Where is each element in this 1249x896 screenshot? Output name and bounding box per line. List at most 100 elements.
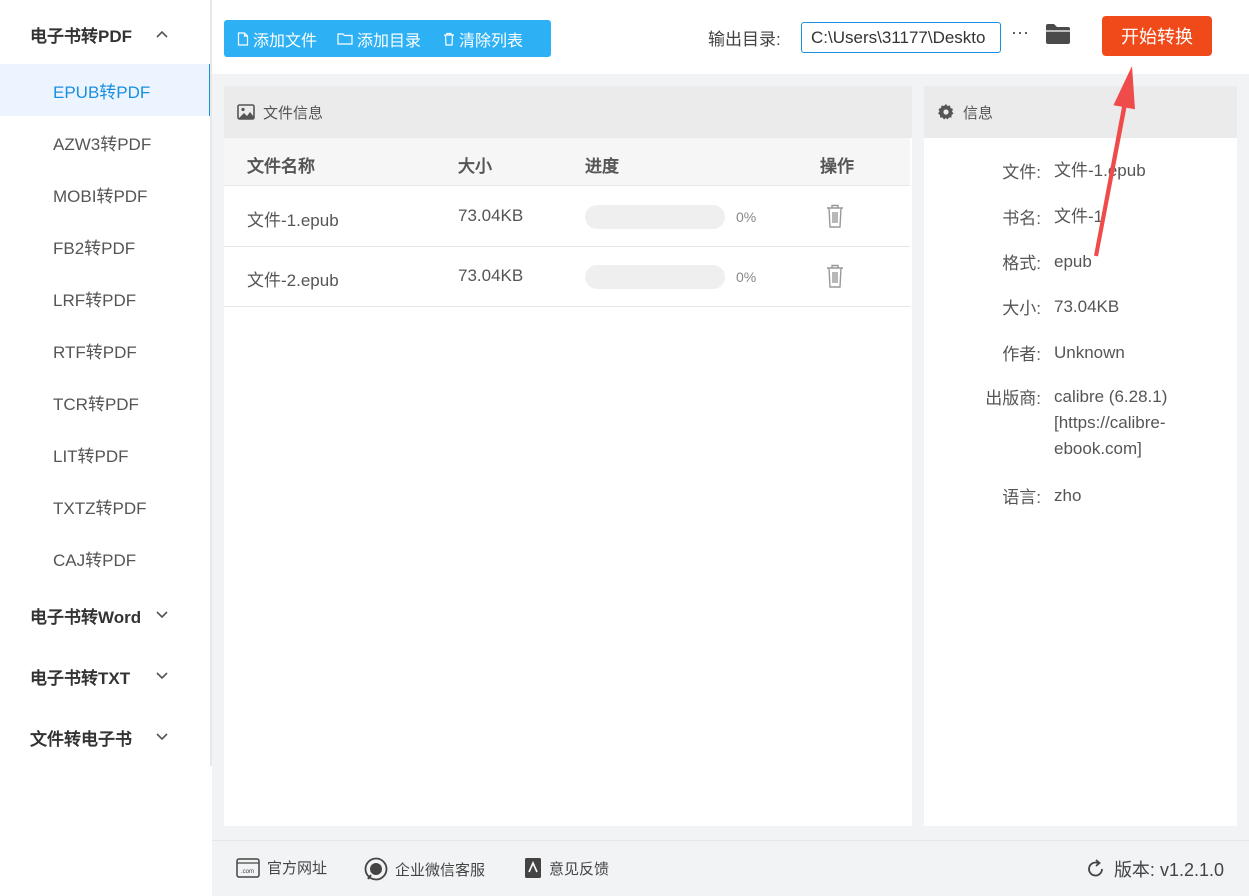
file-icon [237,31,249,46]
file-size-cell: 73.04KB [458,206,524,225]
sidebar-item-epub-pdf[interactable]: EPUB转PDF [0,64,212,116]
sidebar-item-caj-pdf[interactable]: CAJ转PDF [0,532,210,584]
info-field-value: calibre (6.28.1) [https://calibre-ebook.… [1054,387,1168,458]
wechat-support-label: 企业微信客服 [395,861,486,879]
sidebar-group-label: 电子书转Word [30,607,142,627]
clear-list-label: 清除列表 [459,32,524,50]
chevron-up-icon [156,27,168,41]
file-name-cell: 文件-1.epub [247,211,339,230]
footer: .com 官方网址 企业微信客服 意见反馈 版本: v1.2.1.0 [212,840,1249,896]
sidebar-item-label: TCR转PDF [53,394,139,414]
progress-bar [585,205,725,229]
feedback-label: 意见反馈 [549,860,610,878]
sidebar-item-label: RTF转PDF [53,342,137,362]
column-size-header: 大小 [458,157,492,176]
feedback-link[interactable]: 意见反馈 [524,857,609,879]
info-field-value: 73.04KB [1054,297,1120,316]
sidebar-group-label: 电子书转TXT [30,668,131,688]
sidebar-item-azw3-pdf[interactable]: AZW3转PDF [0,116,210,168]
info-field-key: 语言: [1002,488,1041,507]
folder-outline-icon [337,33,353,45]
output-dir-label: 输出目录: [708,30,781,49]
file-panel: 文件信息 文件名称 大小 进度 操作 文件-1.epub 73.04KB 0% 文件-… [224,86,912,826]
progress-text: 0% [736,209,757,225]
sidebar-item-fb2-pdf[interactable]: FB2转PDF [0,220,210,272]
info-field-key: 作者: [1002,345,1041,364]
sidebar-item-label: CAJ转PDF [53,550,137,570]
file-panel-header: 文件信息 [224,86,912,138]
sidebar-group-label: 电子书转PDF [30,26,132,46]
add-directory-button[interactable]: 添加目录 [337,20,421,57]
file-size-cell: 73.04KB [458,266,524,285]
info-panel-title: 信息 [963,104,994,122]
chevron-down-icon [156,608,168,622]
info-field-key: 格式: [1002,254,1041,273]
add-file-button[interactable]: 添加文件 [237,20,317,57]
progress-bar [585,265,725,289]
file-panel-title: 文件信息 [263,104,324,122]
column-action-header: 操作 [820,157,854,176]
clear-list-button[interactable]: 清除列表 [443,20,523,57]
info-field-value: zho [1054,486,1082,505]
feedback-icon [525,858,541,878]
info-field-value: 文件-1 [1054,207,1104,226]
browse-more-button[interactable]: ··· [1008,22,1032,50]
svg-text:.com: .com [241,869,254,875]
sidebar-item-lit-pdf[interactable]: LIT转PDF [0,428,210,480]
sidebar-item-label: LRF转PDF [53,290,137,310]
sidebar-item-txtz-pdf[interactable]: TXTZ转PDF [0,480,210,532]
column-name-header: 文件名称 [247,157,315,176]
output-dir-input[interactable] [801,22,1001,53]
sidebar-group-file-to-ebook[interactable]: 文件转电子书 [0,709,210,765]
info-panel-header: 信息 [924,86,1237,138]
info-field-key: 书名: [1002,209,1041,228]
wechat-support-link[interactable]: 企业微信客服 [364,857,485,881]
toolbar-button-group: 添加文件 添加目录 清除列表 [224,20,551,57]
info-field-key: 文件: [1002,163,1041,182]
website-label: 官方网址 [267,860,328,877]
folder-icon[interactable] [1045,23,1073,47]
version-label: 版本: v1.2.1.0 [1113,860,1224,880]
refresh-icon [1088,859,1103,877]
toolbar: 添加文件 添加目录 清除列表 输出目录: ··· 开始转换 [212,0,1249,74]
sidebar-item-label: LIT转PDF [53,446,129,466]
version-info: 版本: v1.2.1.0 [1086,856,1224,882]
progress-text: 0% [736,269,757,285]
table-row[interactable]: 文件-2.epub 73.04KB 0% [224,247,910,307]
image-icon [237,104,255,120]
sidebar-item-label: FB2转PDF [53,238,136,258]
sidebar-group-label: 文件转电子书 [30,729,132,749]
trash-icon [444,32,455,46]
info-field-key: 大小: [1002,299,1041,318]
info-field-value: 文件-1.epub [1054,161,1146,180]
website-link[interactable]: .com 官方网址 [236,857,327,878]
sidebar-item-lrf-pdf[interactable]: LRF转PDF [0,272,210,324]
add-directory-label: 添加目录 [357,32,422,50]
delete-icon[interactable] [825,203,845,229]
info-field-value: Unknown [1054,343,1125,362]
file-table-header: 文件名称 大小 进度 操作 [224,138,910,186]
sidebar-group-ebook-to-pdf[interactable]: 电子书转PDF [0,6,210,62]
delete-icon[interactable] [825,263,845,289]
info-field-value: epub [1054,252,1092,271]
info-panel: 信息 文件: 文件-1.epub 书名: 文件-1 格式: epub 大小: 73.04KB 作… [924,86,1237,826]
website-icon: .com [236,857,260,878]
info-field-key: 出版商: [985,389,1041,408]
sidebar-item-mobi-pdf[interactable]: MOBI转PDF [0,168,210,220]
gear-icon [938,104,954,120]
sidebar-item-label: EPUB转PDF [53,82,151,102]
start-convert-button[interactable]: 开始转换 [1102,16,1212,56]
sidebar-item-tcr-pdf[interactable]: TCR转PDF [0,376,210,428]
sidebar-group-ebook-to-word[interactable]: 电子书转Word [0,587,210,643]
sidebar-group-ebook-to-txt[interactable]: 电子书转TXT [0,648,210,704]
sidebar-item-label: TXTZ转PDF [53,498,147,518]
column-progress-header: 进度 [585,157,619,176]
table-row[interactable]: 文件-1.epub 73.04KB 0% [224,187,910,247]
sidebar-item-label: MOBI转PDF [53,186,148,206]
sidebar-item-rtf-pdf[interactable]: RTF转PDF [0,324,210,376]
sidebar-item-label: AZW3转PDF [53,134,152,154]
add-file-label: 添加文件 [253,32,318,50]
chat-bubble-icon [364,857,388,881]
sidebar-scrollbar[interactable] [210,0,212,766]
file-name-cell: 文件-2.epub [247,271,339,290]
